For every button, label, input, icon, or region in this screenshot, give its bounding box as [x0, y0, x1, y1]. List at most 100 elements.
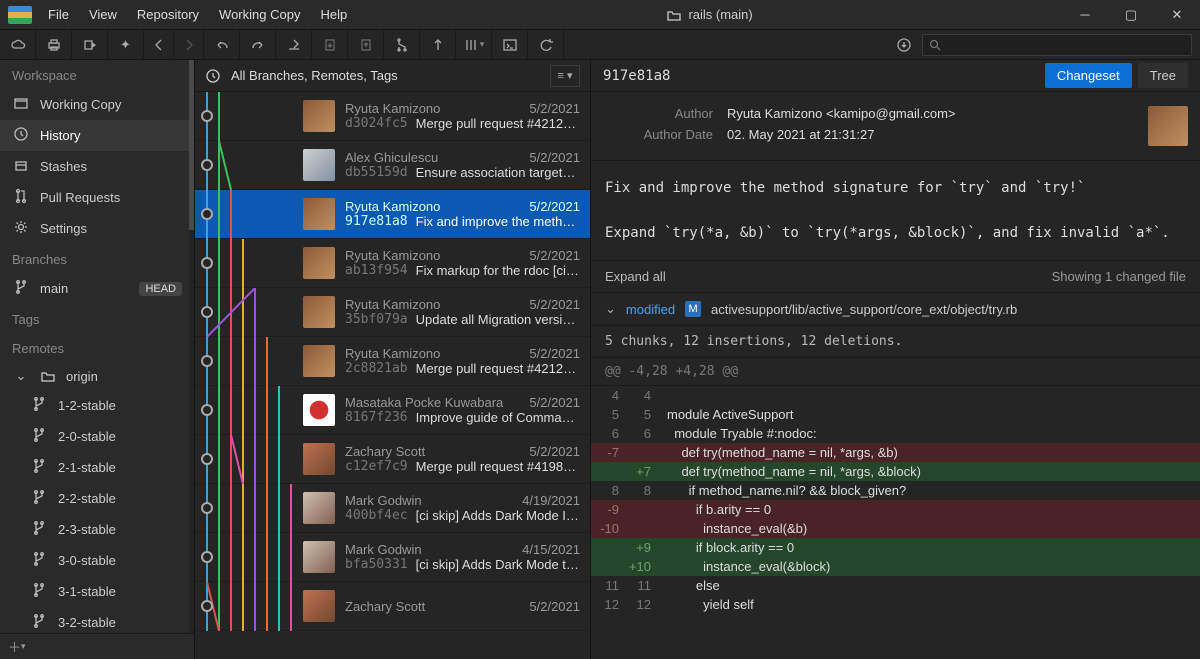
changed-file-row[interactable]: ⌄ modified M activesupport/lib/active_su… [591, 293, 1200, 326]
remote-branch-2-0-stable[interactable]: 2-0-stable [0, 421, 194, 452]
branch-main[interactable]: mainHEAD [0, 273, 194, 304]
commit-row[interactable]: Ryuta Kamizono5/2/2021 917e81a8Fix and i… [195, 190, 590, 239]
undo-icon[interactable] [204, 30, 240, 60]
commit-author: Ryuta Kamizono [345, 199, 440, 214]
filter-label[interactable]: All Branches, Remotes, Tags [231, 68, 540, 83]
author-date-label: Author Date [644, 127, 713, 142]
commit-row[interactable]: Alex Ghiculescu5/2/2021 db55159dEnsure a… [195, 141, 590, 190]
commit-row[interactable]: Zachary Scott5/2/2021 c12ef7c9Merge pull… [195, 435, 590, 484]
menu-repository[interactable]: Repository [127, 0, 209, 30]
remote-origin[interactable]: ⌄ origin [0, 362, 194, 390]
commit-row[interactable]: Ryuta Kamizono5/2/2021 d3024fc5Merge pul… [195, 92, 590, 141]
remotes-heading: Remotes [0, 333, 194, 362]
window-title: rails (main) [357, 7, 1062, 23]
redo-icon[interactable] [240, 30, 276, 60]
commit-author: Zachary Scott [345, 599, 425, 614]
sidebar-item-pull-requests[interactable]: Pull Requests [0, 182, 194, 213]
branch-icon [30, 396, 48, 415]
graph-column [195, 435, 303, 483]
clipboard-up-icon[interactable] [348, 30, 384, 60]
commit-msg: Improve guide of Command L… [416, 410, 580, 425]
branch-icon [12, 279, 30, 298]
commit-row[interactable]: Ryuta Kamizono5/2/2021 2c8821abMerge pul… [195, 337, 590, 386]
sidebar-footer[interactable]: ＋▾ [0, 633, 194, 659]
graph-column [195, 288, 303, 336]
commit-row[interactable]: Mark Godwin4/15/2021 bfa50331[ci skip] A… [195, 533, 590, 582]
remote-branch-1-2-stable[interactable]: 1-2-stable [0, 390, 194, 421]
flow-icon[interactable]: ▾ [456, 30, 492, 60]
history-icon [12, 126, 30, 145]
forward-button[interactable] [174, 30, 204, 60]
push-icon[interactable] [276, 30, 312, 60]
branch-icon [30, 613, 48, 632]
expand-all-button[interactable]: Expand all [605, 269, 666, 284]
chunks-summary: 5 chunks, 12 insertions, 12 deletions. [591, 326, 1200, 358]
commit-date: 4/15/2021 [522, 542, 580, 557]
clipboard-down-icon[interactable] [312, 30, 348, 60]
menu-view[interactable]: View [79, 0, 127, 30]
cloud-icon[interactable] [0, 30, 36, 60]
commit-msg: Fix markup for the rdoc [ci s… [416, 263, 580, 278]
branch-in-icon[interactable] [72, 30, 108, 60]
detail-hash: 917e81a8 [603, 68, 1039, 84]
refresh-icon[interactable] [528, 30, 564, 60]
search-input[interactable] [922, 34, 1192, 56]
remote-branch-3-1-stable[interactable]: 3-1-stable [0, 576, 194, 607]
sidebar-scrollbar[interactable] [189, 60, 194, 633]
remote-branch-2-1-stable[interactable]: 2-1-stable [0, 452, 194, 483]
branch-icon [30, 489, 48, 508]
commit-avatar [303, 198, 335, 230]
magic-icon[interactable]: ✦ [108, 30, 144, 60]
minimize-button[interactable]: ─ [1062, 0, 1108, 30]
maximize-button[interactable]: ▢ [1108, 0, 1154, 30]
remote-branch-3-0-stable[interactable]: 3-0-stable [0, 545, 194, 576]
menu-working-copy[interactable]: Working Copy [209, 0, 310, 30]
up-arrow-icon[interactable] [420, 30, 456, 60]
list-view-dropdown[interactable]: ≡ ▾ [550, 65, 580, 87]
commit-date: 5/2/2021 [529, 297, 580, 312]
menu-file[interactable]: File [38, 0, 79, 30]
sidebar-item-stashes[interactable]: Stashes [0, 151, 194, 182]
print-icon[interactable] [36, 30, 72, 60]
tags-heading: Tags [0, 304, 194, 333]
commit-row[interactable]: Mark Godwin4/19/2021 400bf4ec[ci skip] A… [195, 484, 590, 533]
file-status: modified [626, 302, 675, 317]
commit-author: Masataka Pocke Kuwabara [345, 395, 503, 410]
back-button[interactable] [144, 30, 174, 60]
pr-icon [12, 188, 30, 207]
commit-row[interactable]: Zachary Scott5/2/2021 [195, 582, 590, 631]
diff-line: 1212 yield self [591, 595, 1200, 614]
sidebar-item-settings[interactable]: Settings [0, 213, 194, 244]
tab-changeset[interactable]: Changeset [1045, 63, 1132, 88]
commit-row[interactable]: Ryuta Kamizono5/2/2021 ab13f954Fix marku… [195, 239, 590, 288]
close-button[interactable]: ✕ [1154, 0, 1200, 30]
graph-column [195, 533, 303, 581]
graph-column [195, 92, 303, 140]
hunk-header: @@ -4,28 +4,28 @@ [591, 358, 1200, 386]
commit-author: Mark Godwin [345, 493, 422, 508]
commit-author: Ryuta Kamizono [345, 101, 440, 116]
diff-line: 88 if method_name.nil? && block_given? [591, 481, 1200, 500]
commit-hash: 2c8821ab [345, 361, 408, 376]
commit-avatar [303, 345, 335, 377]
sidebar-item-history[interactable]: History [0, 120, 194, 151]
remote-branch-3-2-stable[interactable]: 3-2-stable [0, 607, 194, 633]
history-icon[interactable] [205, 68, 221, 84]
commit-message: Fix and improve the method signature for… [591, 161, 1200, 261]
commit-msg: [ci skip] Adds Dark Mode Icon… [416, 508, 580, 523]
commit-row[interactable]: Masataka Pocke Kuwabara5/2/2021 8167f236… [195, 386, 590, 435]
diff-line: +7 def try(method_name = nil, *args, &bl… [591, 462, 1200, 481]
menu-help[interactable]: Help [310, 0, 357, 30]
commit-row[interactable]: Ryuta Kamizono5/2/2021 35bf079aUpdate al… [195, 288, 590, 337]
graph-column [195, 190, 303, 238]
commit-author: Ryuta Kamizono [345, 297, 440, 312]
merge-icon[interactable] [384, 30, 420, 60]
download-icon[interactable] [886, 30, 922, 60]
terminal-icon[interactable] [492, 30, 528, 60]
diff-line: 66 module Tryable #:nodoc: [591, 424, 1200, 443]
remote-branch-2-2-stable[interactable]: 2-2-stable [0, 483, 194, 514]
remote-branch-2-3-stable[interactable]: 2-3-stable [0, 514, 194, 545]
sidebar-item-working-copy[interactable]: Working Copy [0, 89, 194, 120]
diff-line: 55module ActiveSupport [591, 405, 1200, 424]
tab-tree[interactable]: Tree [1138, 63, 1188, 88]
